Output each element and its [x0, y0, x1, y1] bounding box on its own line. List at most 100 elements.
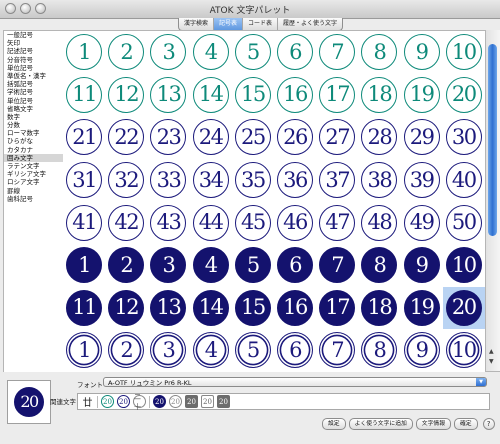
category-item[interactable]: 単位記号 — [4, 64, 64, 72]
symbol-cell[interactable]: 10 — [443, 329, 485, 372]
symbol-cell[interactable]: 50 — [443, 201, 485, 244]
symbol-cell[interactable]: 19 — [401, 74, 443, 117]
symbol-cell[interactable]: 35 — [232, 159, 274, 202]
related-character[interactable]: 20 — [217, 395, 230, 408]
symbol-cell[interactable]: 11 — [63, 287, 105, 330]
symbol-cell[interactable]: 20 — [442, 286, 485, 330]
symbol-cell[interactable]: 46 — [274, 201, 316, 244]
symbol-cell[interactable]: 17 — [316, 74, 358, 117]
symbol-cell[interactable]: 6 — [274, 244, 316, 287]
symbol-cell[interactable]: 7 — [316, 244, 358, 287]
category-item[interactable]: 準仮名・漢字 — [4, 72, 64, 80]
symbol-cell[interactable]: 26 — [274, 116, 316, 159]
category-item[interactable]: 分音符号 — [4, 56, 64, 64]
symbol-cell[interactable]: 18 — [358, 287, 400, 330]
category-item[interactable]: 単位記号 — [4, 97, 64, 105]
related-character[interactable]: 20 — [169, 395, 182, 408]
tab-2[interactable]: コード表 — [242, 18, 277, 30]
symbol-cell[interactable]: 8 — [358, 31, 400, 74]
symbol-cell[interactable]: 3 — [147, 244, 189, 287]
category-item[interactable]: ロシア文字 — [4, 178, 64, 186]
symbol-cell[interactable]: 29 — [401, 116, 443, 159]
setting-button[interactable]: 設定 — [322, 418, 346, 430]
symbol-cell[interactable]: 8 — [358, 329, 400, 372]
category-item[interactable]: カタカナ — [4, 146, 64, 154]
symbol-cell[interactable]: 1 — [63, 244, 105, 287]
tab-1[interactable]: 記号表 — [213, 18, 243, 30]
symbol-cell[interactable]: 9 — [401, 244, 443, 287]
symbol-cell[interactable]: 15 — [232, 287, 274, 330]
symbol-cell[interactable]: 22 — [105, 116, 147, 159]
symbol-cell[interactable]: 40 — [443, 159, 485, 202]
symbol-cell[interactable]: 31 — [63, 159, 105, 202]
symbol-cell[interactable]: 3 — [147, 31, 189, 74]
symbol-cell[interactable]: 39 — [401, 159, 443, 202]
related-character[interactable]: 二十 — [133, 393, 146, 411]
char-info-button[interactable]: 文字情報 — [415, 418, 451, 430]
category-item[interactable]: 数字 — [4, 113, 64, 121]
symbol-cell[interactable]: 44 — [190, 201, 232, 244]
scroll-up-icon[interactable]: ▲ — [489, 348, 494, 355]
related-character[interactable]: 廿 — [81, 395, 94, 409]
symbol-cell[interactable]: 5 — [232, 329, 274, 372]
symbol-cell[interactable]: 11 — [63, 74, 105, 117]
symbol-cell[interactable]: 17 — [316, 287, 358, 330]
confirm-button[interactable]: 確定 — [454, 418, 478, 430]
symbol-cell[interactable]: 10 — [443, 244, 485, 287]
scrollbar-thumb[interactable] — [488, 44, 497, 236]
symbol-cell[interactable]: 1 — [63, 329, 105, 372]
font-select[interactable]: A-OTF リュウミン Pr6 R-KL ▼ — [103, 377, 487, 387]
symbol-cell[interactable]: 27 — [316, 116, 358, 159]
symbol-cell[interactable]: 36 — [274, 159, 316, 202]
category-item[interactable]: 一般記号 — [4, 31, 64, 39]
symbol-cell[interactable]: 3 — [147, 329, 189, 372]
symbol-cell[interactable]: 10 — [443, 31, 485, 74]
symbol-cell[interactable]: 9 — [401, 31, 443, 74]
symbol-cell[interactable]: 6 — [274, 329, 316, 372]
symbol-cell[interactable]: 13 — [147, 74, 189, 117]
symbol-cell[interactable]: 20 — [443, 74, 485, 117]
symbol-cell[interactable]: 15 — [232, 74, 274, 117]
tab-3[interactable]: 履歴・よく使う文字 — [277, 18, 342, 30]
category-item[interactable]: ラテン文字 — [4, 162, 64, 170]
symbol-cell[interactable]: 2 — [105, 244, 147, 287]
symbol-cell[interactable]: 2 — [105, 329, 147, 372]
category-item[interactable]: 省略文字 — [4, 105, 64, 113]
symbol-cell[interactable]: 8 — [358, 244, 400, 287]
symbol-cell[interactable]: 19 — [401, 287, 443, 330]
symbol-cell[interactable]: 5 — [232, 31, 274, 74]
symbol-cell[interactable]: 6 — [274, 31, 316, 74]
symbol-cell[interactable]: 47 — [316, 201, 358, 244]
symbol-cell[interactable]: 14 — [190, 287, 232, 330]
category-item[interactable]: 歯科記号 — [4, 195, 64, 203]
category-item[interactable]: 記述記号 — [4, 47, 64, 55]
category-list[interactable]: 一般記号 矢印 記述記号 分音符号 単位記号 準仮名・漢字 括弧記号 学術記号 単位記号 省略文字… — [3, 30, 65, 373]
symbol-cell[interactable]: 34 — [190, 159, 232, 202]
related-character[interactable]: 20 — [117, 395, 130, 408]
symbol-cell[interactable]: 4 — [190, 31, 232, 74]
symbol-cell[interactable]: 12 — [105, 287, 147, 330]
symbol-cell[interactable]: 13 — [147, 287, 189, 330]
symbol-cell[interactable]: 48 — [358, 201, 400, 244]
symbol-cell[interactable]: 33 — [147, 159, 189, 202]
tab-0[interactable]: 漢字検索 — [179, 18, 213, 30]
symbol-cell[interactable]: 7 — [316, 329, 358, 372]
symbol-cell[interactable]: 41 — [63, 201, 105, 244]
symbol-cell[interactable]: 9 — [401, 329, 443, 372]
scroll-down-icon[interactable]: ▼ — [489, 358, 494, 365]
symbol-cell[interactable]: 24 — [190, 116, 232, 159]
symbol-cell[interactable]: 45 — [232, 201, 274, 244]
symbol-cell[interactable]: 32 — [105, 159, 147, 202]
vertical-scrollbar[interactable]: ▲ ▼ — [485, 30, 500, 372]
symbol-cell[interactable]: 16 — [274, 287, 316, 330]
category-item[interactable]: 囲み文字 — [4, 153, 64, 162]
symbol-cell[interactable]: 25 — [232, 116, 274, 159]
symbol-cell[interactable]: 16 — [274, 74, 316, 117]
symbol-cell[interactable]: 1 — [63, 31, 105, 74]
related-character[interactable]: 20 — [153, 395, 166, 408]
symbol-cell[interactable]: 23 — [147, 116, 189, 159]
symbol-cell[interactable]: 28 — [358, 116, 400, 159]
related-character[interactable]: 20 — [185, 395, 198, 408]
symbol-cell[interactable]: 37 — [316, 159, 358, 202]
category-item[interactable]: ひらがな — [4, 137, 64, 145]
